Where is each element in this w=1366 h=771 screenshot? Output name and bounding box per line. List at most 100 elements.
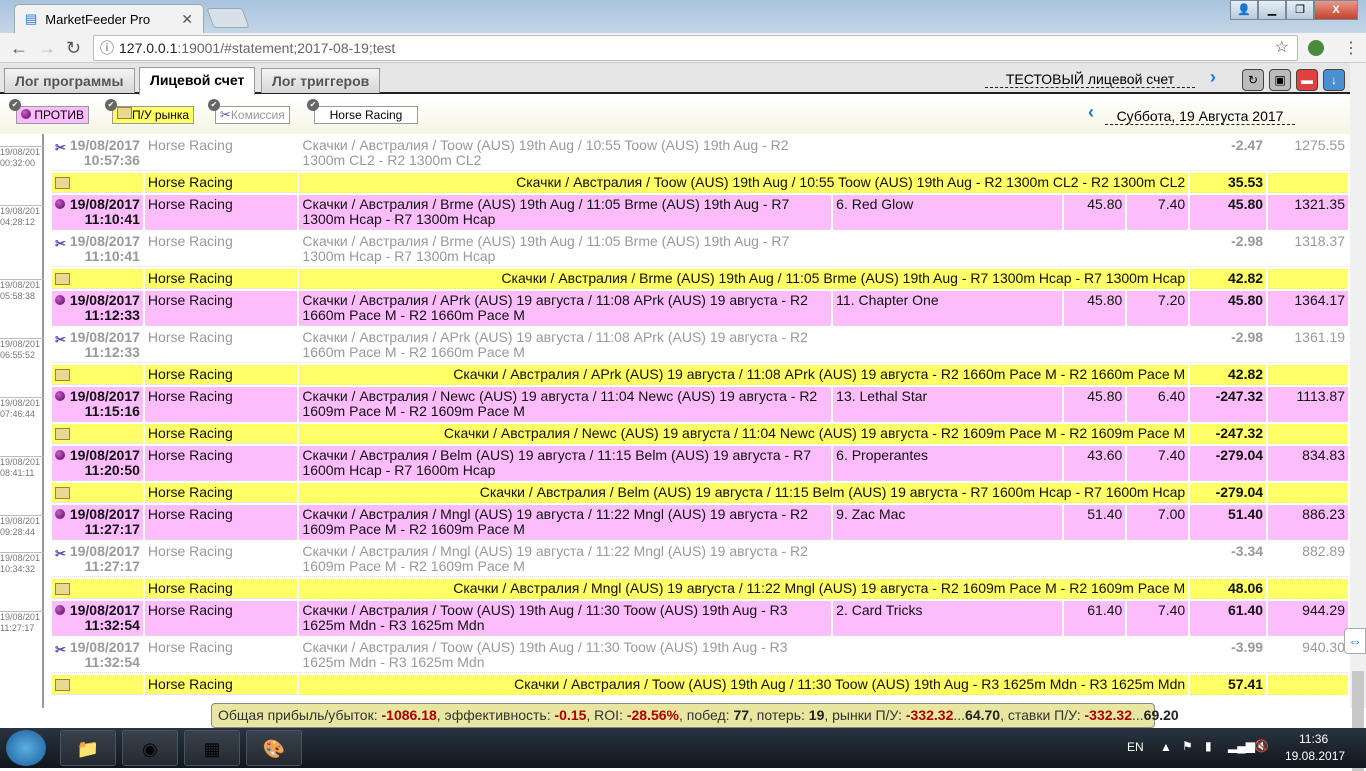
chrome-icon[interactable]: ◉: [122, 730, 178, 766]
pl-label: Общая прибыль/убыток:: [218, 707, 382, 723]
volume-muted-icon[interactable]: 🔇: [1254, 739, 1269, 753]
balance-cell: [1268, 675, 1348, 695]
statement-content: 19/08/201 00:32:00 19/08/201 04:28:12 19/08/…: [0, 134, 1350, 708]
start-button[interactable]: [6, 730, 46, 766]
bookmark-star-icon[interactable]: ☆: [1275, 36, 1289, 60]
restore-button[interactable]: ❐: [1286, 0, 1314, 20]
bet-date: 19/08/2017: [69, 388, 140, 404]
side-date: 19/08/201: [0, 457, 41, 467]
tab-program-log[interactable]: Лог программы: [4, 68, 135, 93]
browser-menu-icon[interactable]: ⋮: [1343, 38, 1359, 58]
stake-cell: [1064, 328, 1126, 363]
user-icon[interactable]: 👤: [1230, 0, 1258, 20]
commission-row[interactable]: ✂ 19/08/2017 11:12:33 Horse Racing Скачки / …: [52, 328, 1348, 363]
filter-lay[interactable]: ✔ ПРОТИВ: [9, 99, 90, 124]
reload-icon[interactable]: ↻: [66, 38, 81, 59]
minimize-button[interactable]: ▁: [1258, 0, 1286, 20]
filter-market-pl-label: П/У рынка: [132, 108, 190, 122]
market-cell: Скачки / Австралия / Toow (AUS) 19th Aug…: [299, 675, 1189, 695]
commission-row[interactable]: ✂ 19/08/2017 11:10:41 Horse Racing Скачки / …: [52, 232, 1348, 267]
bet-row[interactable]: 19/08/2017 11:15:16 Horse Racing Скачки / А…: [52, 387, 1348, 422]
marketfeeder-icon[interactable]: ▦: [184, 730, 240, 766]
teamviewer-icon[interactable]: ⇔: [1344, 628, 1366, 654]
tab-trigger-log[interactable]: Лог триггеров: [261, 68, 381, 93]
bet-date: 19/08/2017: [69, 292, 140, 308]
paint-icon[interactable]: 🎨: [246, 730, 302, 766]
language-indicator[interactable]: EN: [1127, 740, 1144, 754]
back-icon[interactable]: ←: [10, 38, 28, 59]
clock-date[interactable]: 19.08.2017: [1285, 749, 1345, 763]
market-pl-row[interactable]: Horse Racing Скачки / Австралия / Newc (A…: [52, 424, 1348, 444]
market-cell: Скачки / Австралия / Newc (AUS) 19 авгус…: [299, 387, 832, 422]
account-selector[interactable]: ТЕСТОВЫЙ лицевой счет: [985, 71, 1195, 88]
power-icon[interactable]: ▮: [1205, 739, 1212, 753]
bets-pl-label: , ставки П/У:: [1000, 707, 1085, 723]
bet-time: 11:12:33: [84, 307, 140, 323]
market-pl-row[interactable]: Horse Racing Скачки / Австралия / APrk (A…: [52, 365, 1348, 385]
forward-icon[interactable]: →: [38, 38, 56, 59]
commission-row[interactable]: ✂ 19/08/2017 10:57:36 Horse Racing Скачки / …: [52, 136, 1348, 171]
scissors-icon: ✂: [220, 107, 231, 122]
bet-row[interactable]: 19/08/2017 11:20:50 Horse Racing Скачки / А…: [52, 446, 1348, 481]
date-cell: 19/08/2017 11:27:17: [52, 505, 143, 540]
date-cell: ✂ 19/08/2017 11:27:17: [52, 542, 143, 577]
money-icon: [55, 679, 70, 691]
extension-icon[interactable]: [1308, 40, 1324, 56]
browser-tab[interactable]: ▤ MarketFeeder Pro ✕: [14, 4, 204, 33]
bet-time: 11:15:16: [84, 403, 140, 419]
info-icon: ⓘ: [100, 40, 114, 56]
date-cell: [52, 579, 143, 599]
bet-row[interactable]: 19/08/2017 11:12:33 Horse Racing Скачки / А…: [52, 291, 1348, 326]
new-tab-button[interactable]: [206, 8, 250, 28]
close-window-button[interactable]: X: [1314, 0, 1358, 20]
filter-sport[interactable]: ✔ Horse Racing: [307, 99, 418, 124]
selection-cell: [833, 328, 1063, 363]
odds-cell: 7.00: [1127, 505, 1189, 540]
lay-dot-icon: [55, 391, 65, 401]
market-pl-row[interactable]: Horse Racing Скачки / Австралия / Belm (A…: [52, 483, 1348, 503]
bet-row[interactable]: 19/08/2017 11:10:41 Horse Racing Скачки / А…: [52, 195, 1348, 230]
bet-date: 19/08/2017: [69, 602, 140, 618]
close-tab-icon[interactable]: ✕: [181, 11, 193, 28]
action-center-icon[interactable]: ⚑: [1182, 739, 1193, 753]
bet-row[interactable]: 19/08/2017 11:27:17 Horse Racing Скачки / А…: [52, 505, 1348, 540]
url-input[interactable]: ⓘ 127.0.0.1:19001/#statement;2017-08-19;t…: [93, 35, 1298, 61]
save-icon[interactable]: ▣: [1269, 69, 1291, 91]
tab-statement[interactable]: Лицевой счет: [139, 67, 256, 95]
balance-cell: 1275.55: [1268, 136, 1348, 171]
filter-commission-label: Комиссия: [230, 108, 285, 122]
chevron-left-icon[interactable]: ‹: [1088, 102, 1094, 123]
vertical-scrollbar[interactable]: [1350, 63, 1366, 771]
pnl-cell: -3.34: [1190, 542, 1267, 577]
market-pl-row[interactable]: Horse Racing Скачки / Австралия / Toow (A…: [52, 675, 1348, 695]
stake-cell: 51.40: [1064, 505, 1126, 540]
tray-expand-icon[interactable]: ▲: [1160, 740, 1172, 754]
date-cell: ✂ 19/08/2017 11:12:33: [52, 328, 143, 363]
explorer-icon[interactable]: 📁: [60, 730, 116, 766]
odds-cell: [1127, 638, 1189, 673]
commission-row[interactable]: ✂ 19/08/2017 11:32:54 Horse Racing Скачки / …: [52, 638, 1348, 673]
selection-cell: 2. Card Tricks: [833, 601, 1063, 636]
chevron-right-icon[interactable]: ›: [1210, 67, 1216, 88]
commission-row[interactable]: ✂ 19/08/2017 11:27:17 Horse Racing Скачки / …: [52, 542, 1348, 577]
roi-label: , ROI:: [586, 707, 627, 723]
date-cell: 19/08/2017 11:15:16: [52, 387, 143, 422]
market-cell: Скачки / Австралия / Mngl (AUS) 19 авгус…: [299, 579, 1189, 599]
download-icon[interactable]: ↓: [1323, 69, 1345, 91]
pdf-export-icon[interactable]: ▬: [1296, 69, 1318, 91]
total-pl: -1086.18: [381, 707, 437, 723]
refresh-icon[interactable]: ↻: [1242, 69, 1264, 91]
sep: ...: [1131, 707, 1144, 723]
clock-time[interactable]: 11:36: [1299, 732, 1328, 746]
date-selector[interactable]: Суббота, 19 Августа 2017: [1105, 108, 1295, 125]
filter-market-pl[interactable]: ✔ П/У рынка: [105, 99, 195, 124]
sport-cell: Horse Racing: [144, 579, 298, 599]
filter-commission[interactable]: ✔ ✂Комиссия: [208, 99, 290, 124]
side-date: 19/08/201: [0, 339, 41, 349]
network-icon[interactable]: ▂▄▆: [1228, 739, 1255, 753]
bet-row[interactable]: 19/08/2017 11:32:54 Horse Racing Скачки / А…: [52, 601, 1348, 636]
market-pl-row[interactable]: Horse Racing Скачки / Австралия / Toow (A…: [52, 173, 1348, 193]
market-pl-row[interactable]: Horse Racing Скачки / Австралия / Mngl (A…: [52, 579, 1348, 599]
balance-cell: [1268, 424, 1348, 444]
market-pl-row[interactable]: Horse Racing Скачки / Австралия / Brme (A…: [52, 269, 1348, 289]
